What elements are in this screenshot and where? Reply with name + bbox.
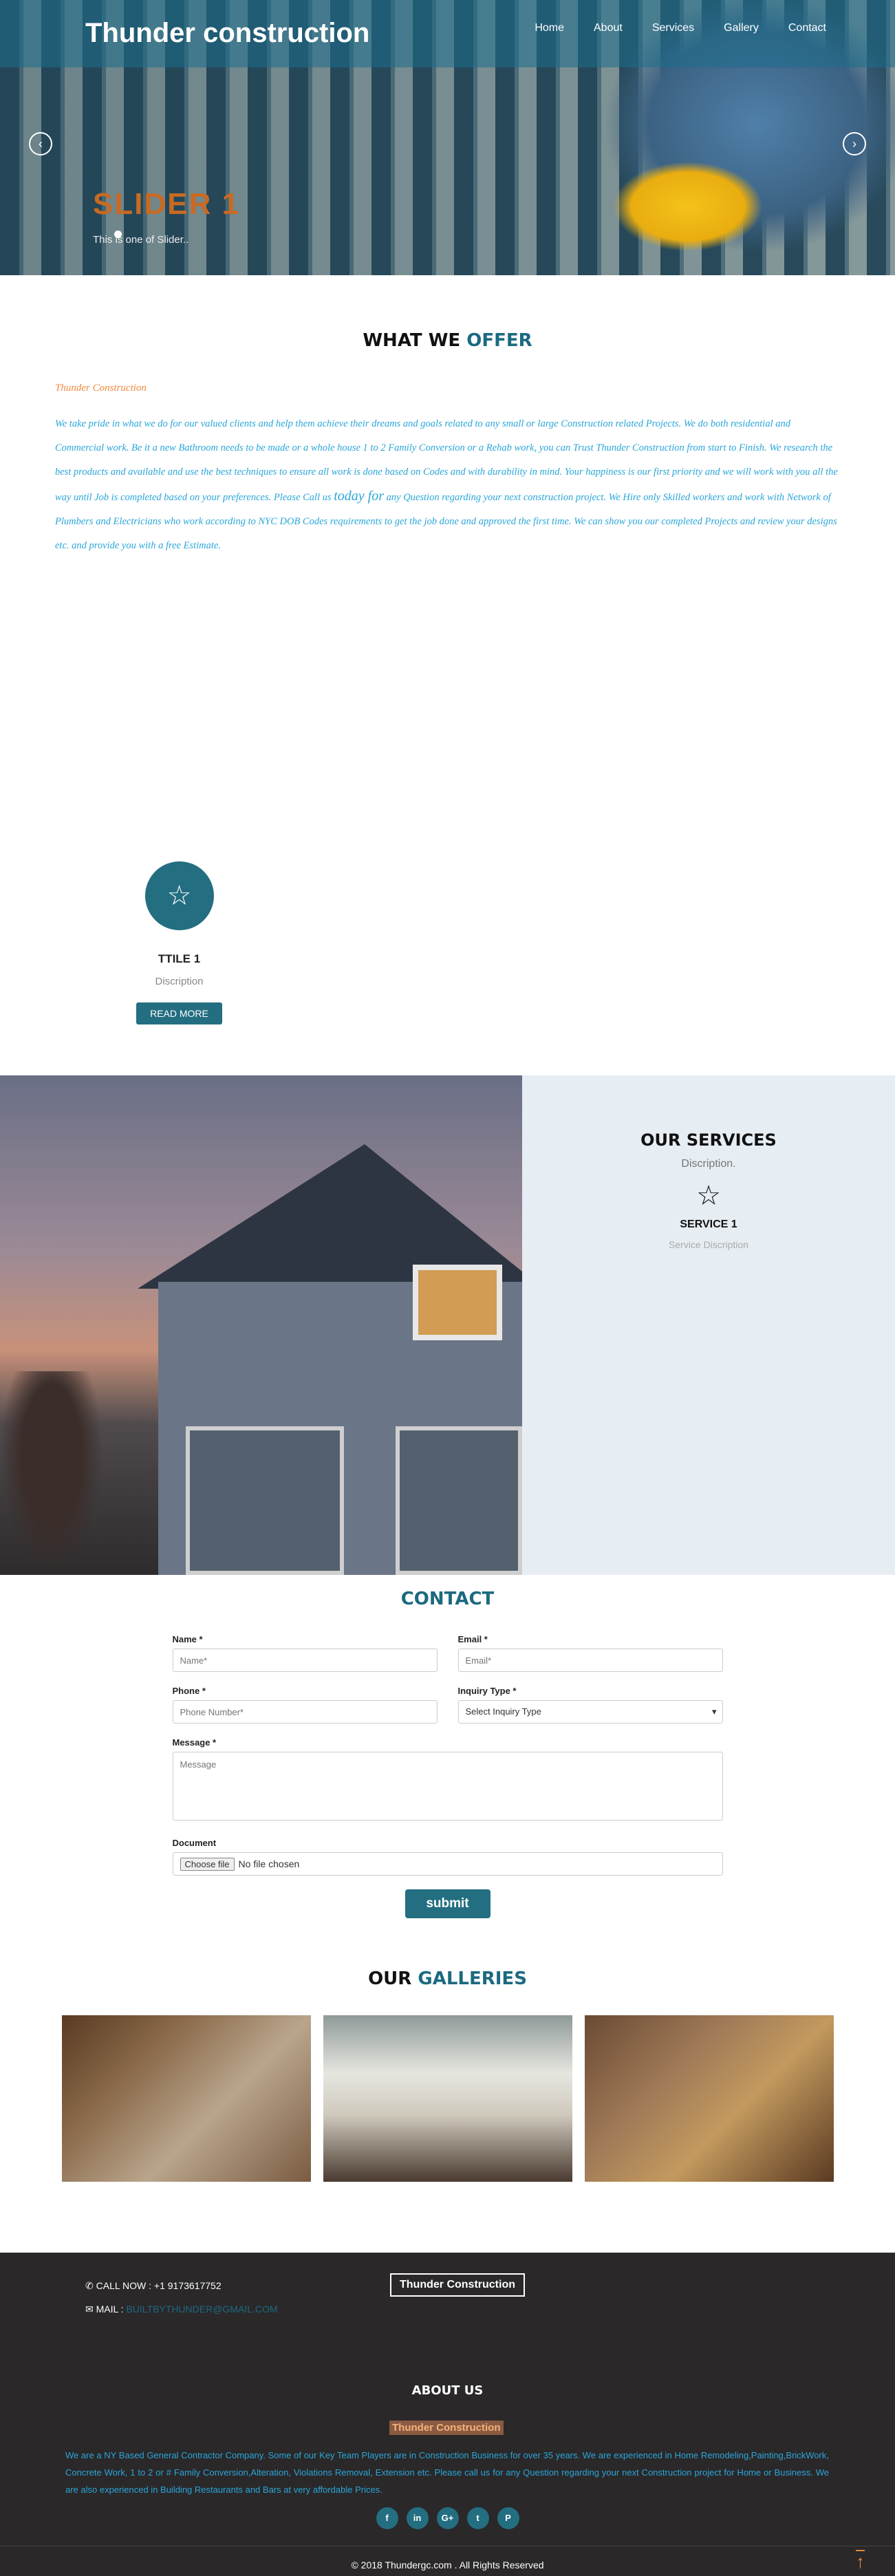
offer-text-big: today for — [334, 489, 385, 504]
offer-text: We take pride in what we do for our valu… — [55, 412, 840, 558]
galleries-title-a: OUR — [368, 1968, 412, 1989]
mail-icon: ✉ — [85, 2304, 94, 2315]
service-item-description: Service Discription — [669, 1239, 748, 1250]
site-brand[interactable]: Thunder construction — [85, 18, 369, 49]
mail-link[interactable]: BUILTBYTHUNDER@GMAIL.COM — [126, 2304, 277, 2315]
window-shape — [413, 1265, 502, 1340]
about-text: We are a NY Based General Contractor Com… — [65, 2450, 829, 2495]
service-item-title: SERVICE 1 — [680, 1219, 737, 1230]
chevron-right-icon[interactable]: › — [843, 132, 866, 155]
card-title: TTILE 1 — [158, 952, 201, 965]
nav-services[interactable]: Services — [652, 22, 694, 34]
gallery-image-kitchen[interactable] — [323, 2015, 572, 2182]
card-description: Discription — [155, 976, 204, 987]
read-more-button[interactable]: READ MORE — [136, 1002, 222, 1024]
gallery-image-bathroom[interactable] — [61, 2015, 311, 2182]
social-links: f in G+ t P — [0, 2507, 895, 2529]
pinterest-icon[interactable]: P — [497, 2507, 519, 2529]
slide-title: SLIDER 1 — [93, 187, 241, 221]
no-file-text: No file chosen — [238, 1858, 300, 1869]
house-image — [0, 1075, 522, 1575]
nav-contact[interactable]: Contact — [788, 22, 826, 34]
submit-button[interactable]: submit — [405, 1889, 490, 1918]
back-to-top-icon[interactable]: ↑ — [856, 2550, 865, 2570]
galleries-title-b: GALLERIES — [418, 1968, 527, 1989]
inquiry-select[interactable]: Select Inquiry Type — [457, 1700, 723, 1724]
call-text: CALL NOW : +1 9173617752 — [96, 2280, 222, 2291]
offer-text-1: We take pride in what we do for our valu… — [55, 418, 838, 503]
garage-door-left — [186, 1426, 344, 1575]
facebook-icon[interactable]: f — [376, 2507, 398, 2529]
nav-home[interactable]: Home — [535, 22, 564, 34]
footer-brand[interactable]: Thunder Construction — [390, 2273, 525, 2297]
about-title: ABOUT US — [411, 2383, 484, 2398]
about-brand: Thunder Construction — [389, 2421, 504, 2435]
phone-label: Phone * — [172, 1686, 206, 1696]
document-file-input[interactable]: Choose file No file chosen — [172, 1852, 723, 1876]
mail-label: MAIL : — [96, 2304, 124, 2315]
contact-form: Name * Email * Phone * Inquiry Type * Sel… — [172, 1634, 723, 1918]
message-input[interactable] — [172, 1752, 723, 1821]
galleries-section: OUR GALLERIES — [0, 1948, 895, 2253]
services-panel: OUR SERVICES Discription. ☆ SERVICE 1 Se… — [522, 1075, 895, 1575]
document-label: Document — [172, 1838, 217, 1848]
tree-shape — [0, 1371, 103, 1575]
services-title: OUR SERVICES — [640, 1130, 777, 1150]
chevron-left-icon[interactable]: ‹ — [29, 132, 52, 155]
offer-subtitle: Thunder Construction — [55, 383, 147, 394]
contact-section: CONTACT Name * Email * Phone * Inquiry T… — [0, 1575, 895, 1948]
choose-file-button[interactable]: Choose file — [180, 1857, 235, 1871]
offer-section: WHAT WE OFFER Thunder Construction We ta… — [0, 275, 895, 1075]
phone-icon: ✆ — [85, 2280, 94, 2291]
main-nav: Home About Services Gallery Contact — [505, 22, 826, 34]
google-plus-icon[interactable]: G+ — [436, 2507, 459, 2529]
name-label: Name * — [172, 1634, 203, 1644]
gallery-image-living-room[interactable] — [584, 2015, 834, 2182]
copyright: © 2018 Thundergc.com . All Rights Reserv… — [351, 2559, 544, 2570]
linkedin-icon[interactable]: in — [406, 2507, 429, 2529]
offer-card: ☆ TTILE 1 Discription READ MORE — [116, 861, 243, 1024]
services-section: OUR SERVICES Discription. ☆ SERVICE 1 Se… — [0, 1075, 895, 1575]
star-icon: ☆ — [144, 861, 214, 930]
email-input[interactable] — [457, 1649, 723, 1672]
inquiry-label: Inquiry Type * — [457, 1686, 517, 1696]
nav-about[interactable]: About — [594, 22, 623, 34]
call-line: ✆ CALL NOW : +1 9173617752 — [85, 2280, 222, 2292]
slide-subtitle: This is one of Slider.. — [93, 234, 189, 246]
email-label: Email * — [457, 1634, 488, 1644]
nav-gallery[interactable]: Gallery — [724, 22, 759, 34]
offer-title-b: OFFER — [466, 330, 532, 351]
offer-title-a: WHAT WE — [363, 330, 461, 351]
mail-line: ✉ MAIL : BUILTBYTHUNDER@GMAIL.COM — [85, 2304, 278, 2315]
message-label: Message * — [172, 1737, 217, 1748]
offer-title: WHAT WE OFFER — [0, 330, 895, 351]
name-input[interactable] — [172, 1649, 438, 1672]
twitter-icon[interactable]: t — [466, 2507, 489, 2529]
hero-slider: Thunder construction Home About Services… — [0, 0, 895, 275]
services-description: Discription. — [681, 1158, 736, 1170]
garage-door-right — [396, 1426, 522, 1575]
contact-title: CONTACT — [400, 1589, 495, 1609]
phone-input[interactable] — [172, 1700, 438, 1724]
footer: ✆ CALL NOW : +1 9173617752 ✉ MAIL : BUIL… — [0, 2253, 895, 2576]
star-outline-icon: ☆ — [696, 1181, 721, 1211]
galleries-title: OUR GALLERIES — [0, 1968, 895, 1989]
